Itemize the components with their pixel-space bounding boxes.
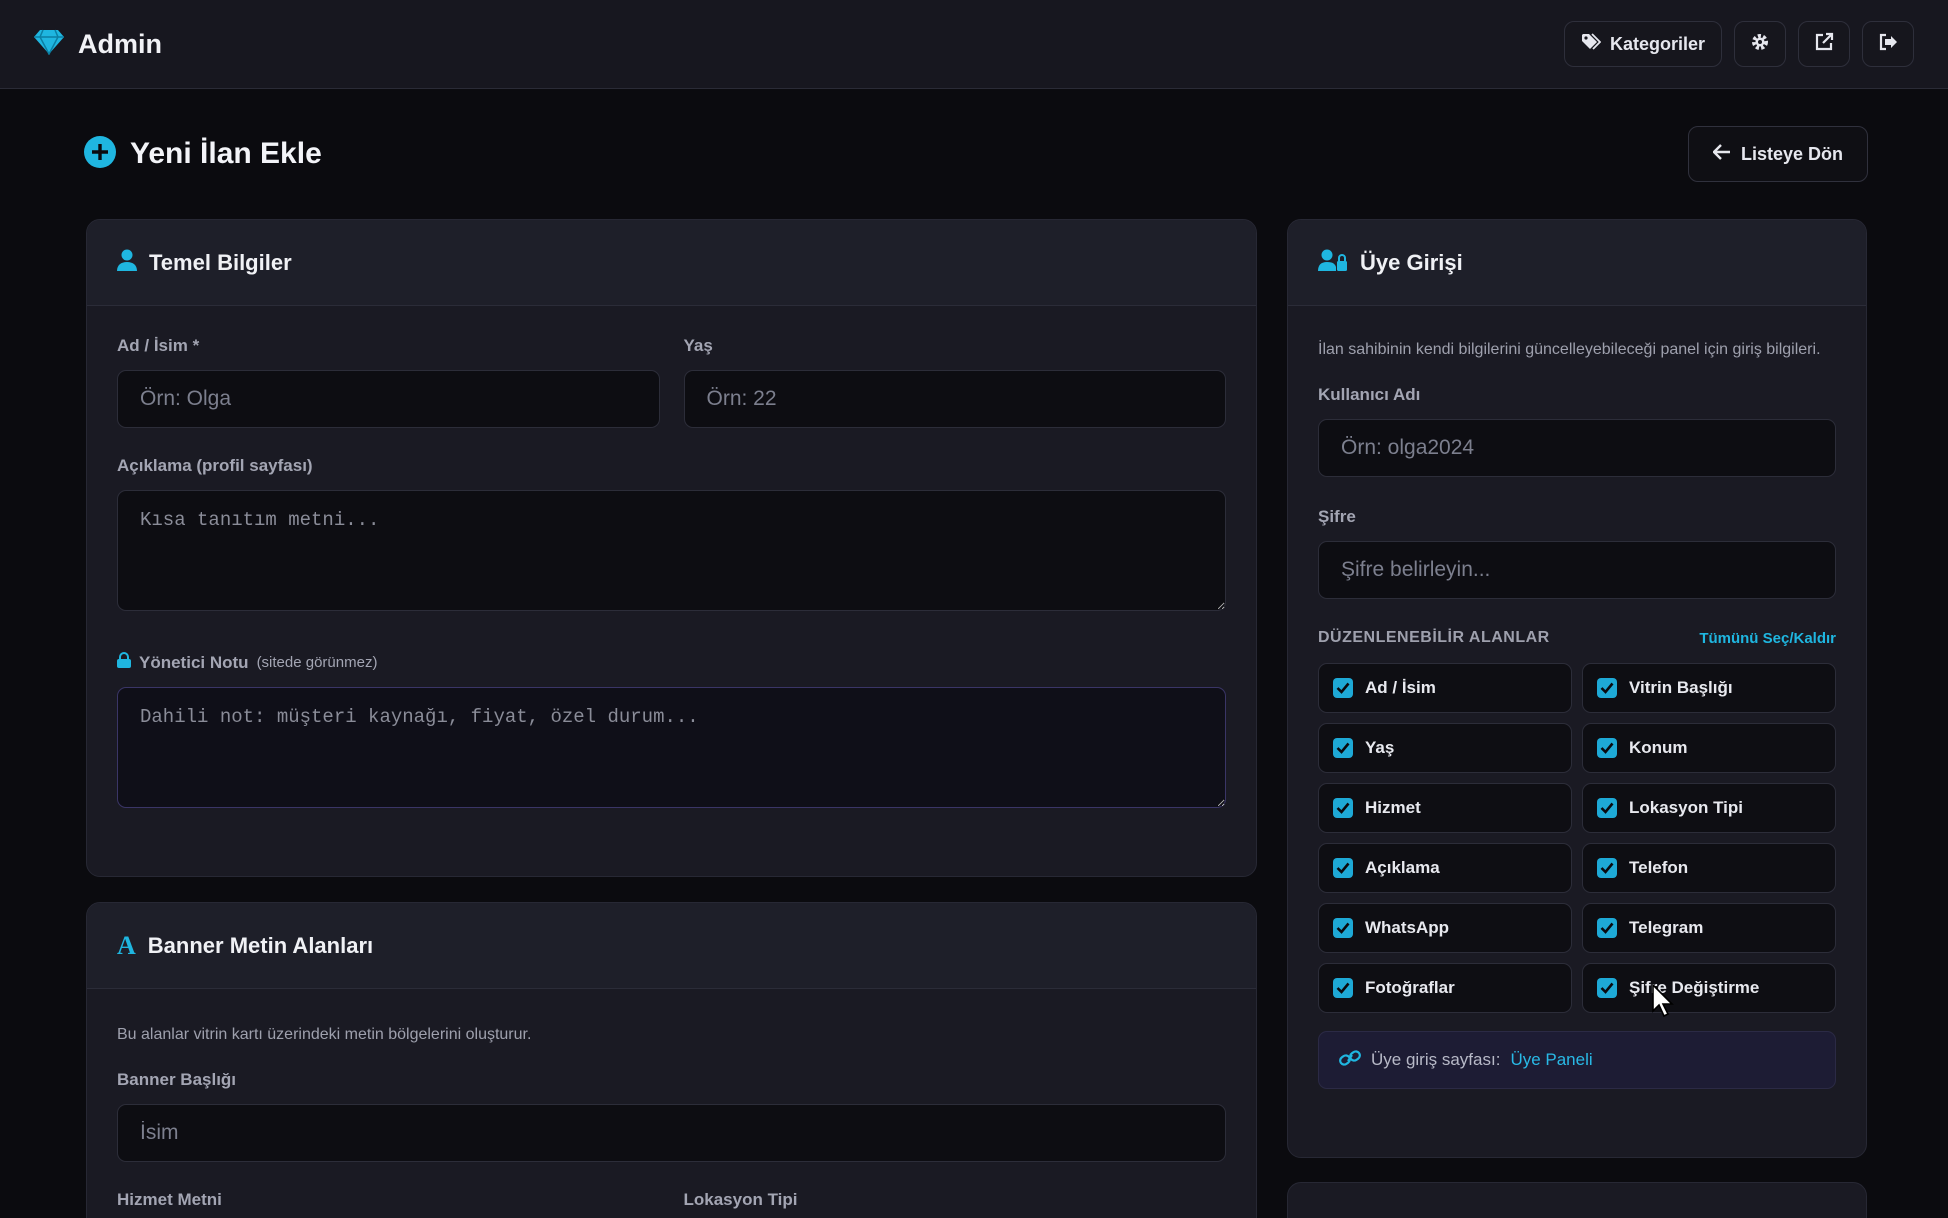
field-checkbox-name[interactable]: Ad / İsim	[1318, 663, 1572, 713]
checkbox-checked-icon[interactable]	[1333, 918, 1353, 938]
username-input[interactable]	[1318, 419, 1836, 477]
link-icon	[1339, 1049, 1361, 1071]
checkbox-checked-icon[interactable]	[1333, 738, 1353, 758]
checkbox-checked-icon[interactable]	[1333, 798, 1353, 818]
editable-fields-grid: Ad / İsim Vitrin Başlığı Yaş Konum Hizme…	[1318, 663, 1836, 1013]
user-icon	[117, 249, 137, 276]
location-type-label: Lokasyon Tipi	[683, 1190, 798, 1209]
description-label: Açıklama (profil sayfası)	[117, 456, 313, 475]
name-label: Ad / İsim *	[117, 336, 200, 355]
basic-info-card: Temel Bilgiler Ad / İsim * Yaş Açıklama …	[86, 219, 1257, 877]
lock-icon	[117, 652, 131, 673]
banner-title-label: Banner Başlığı	[117, 1070, 237, 1089]
settings-button[interactable]	[1734, 21, 1786, 67]
brand-name: Admin	[78, 28, 162, 59]
next-card	[1287, 1182, 1867, 1218]
field-checkbox-label: Açıklama	[1365, 858, 1440, 877]
top-bar: Admin Kategoriler	[0, 0, 1948, 89]
member-description: İlan sahibinin kendi bilgilerini güncell…	[1318, 341, 1821, 358]
back-to-list-button[interactable]: Listeye Dön	[1687, 126, 1868, 182]
card-title: Temel Bilgiler	[149, 249, 292, 275]
field-checkbox-description[interactable]: Açıklama	[1318, 843, 1572, 893]
gem-icon	[34, 29, 64, 60]
age-input[interactable]	[683, 370, 1226, 428]
plus-circle-icon	[84, 135, 116, 173]
user-lock-icon	[1318, 249, 1348, 276]
checkbox-checked-icon[interactable]	[1597, 678, 1617, 698]
member-panel-link[interactable]: Üye Paneli	[1510, 1050, 1592, 1070]
checkbox-checked-icon[interactable]	[1333, 978, 1353, 998]
field-checkbox-password-change[interactable]: Şifre Değiştirme	[1582, 963, 1836, 1013]
field-checkbox-label: Lokasyon Tipi	[1629, 798, 1743, 817]
password-input[interactable]	[1318, 541, 1836, 599]
password-label: Şifre	[1318, 507, 1356, 526]
admin-note-label: Yönetici Notu (sitede görünmez)	[117, 652, 1226, 673]
field-checkbox-label: Telegram	[1629, 918, 1704, 937]
checkbox-checked-icon[interactable]	[1333, 858, 1353, 878]
banner-card: A Banner Metin Alanları Bu alanlar vitri…	[86, 902, 1257, 1218]
username-label: Kullanıcı Adı	[1318, 385, 1421, 404]
checkbox-checked-icon[interactable]	[1333, 678, 1353, 698]
field-checkbox-label: Vitrin Başlığı	[1629, 678, 1733, 697]
field-checkbox-photos[interactable]: Fotoğraflar	[1318, 963, 1572, 1013]
service-text-label: Hizmet Metni	[117, 1190, 222, 1209]
checkbox-checked-icon[interactable]	[1597, 918, 1617, 938]
field-checkbox-label: Şifre Değiştirme	[1629, 978, 1760, 997]
field-checkbox-telegram[interactable]: Telegram	[1582, 903, 1836, 953]
back-label: Listeye Dön	[1740, 143, 1843, 164]
page-title: Yeni İlan Ekle	[130, 137, 322, 170]
checkbox-checked-icon[interactable]	[1597, 858, 1617, 878]
field-checkbox-location-type[interactable]: Lokasyon Tipi	[1582, 783, 1836, 833]
tags-icon	[1581, 32, 1602, 56]
page-header: Yeni İlan Ekle Listeye Dön	[84, 126, 1868, 182]
name-input[interactable]	[117, 370, 660, 428]
card-title: Üye Girişi	[1360, 249, 1463, 275]
editable-fields-title: DÜZENLENEBİLİR ALANLAR	[1318, 629, 1550, 646]
field-checkbox-whatsapp[interactable]: WhatsApp	[1318, 903, 1572, 953]
mouse-cursor	[1652, 983, 1674, 1023]
field-checkbox-label: Hizmet	[1365, 798, 1421, 817]
admin-note-title: Yönetici Notu	[139, 652, 249, 672]
banner-title-input[interactable]	[117, 1104, 1226, 1162]
field-checkbox-label: Fotoğraflar	[1365, 978, 1455, 997]
field-checkbox-service[interactable]: Hizmet	[1318, 783, 1572, 833]
sign-out-icon	[1878, 32, 1898, 57]
field-checkbox-label: Ad / İsim	[1365, 678, 1436, 697]
field-checkbox-phone[interactable]: Telefon	[1582, 843, 1836, 893]
categories-label: Kategoriler	[1609, 33, 1705, 54]
checkbox-checked-icon[interactable]	[1597, 798, 1617, 818]
checkbox-checked-icon[interactable]	[1597, 738, 1617, 758]
checkbox-checked-icon[interactable]	[1597, 978, 1617, 998]
age-label: Yaş	[683, 336, 713, 355]
gear-icon	[1750, 32, 1770, 57]
field-checkbox-label: WhatsApp	[1365, 918, 1450, 937]
brand[interactable]: Admin	[34, 29, 162, 60]
card-title: Banner Metin Alanları	[147, 932, 374, 958]
categories-button[interactable]: Kategoriler	[1563, 21, 1722, 67]
admin-note-hint: (sitede görünmez)	[256, 654, 378, 671]
banner-description: Bu alanlar vitrin kartı üzerindeki metin…	[117, 1026, 532, 1043]
arrow-left-icon	[1712, 143, 1731, 165]
field-checkbox-location[interactable]: Konum	[1582, 723, 1836, 773]
field-checkbox-age[interactable]: Yaş	[1318, 723, 1572, 773]
field-checkbox-label: Telefon	[1629, 858, 1689, 877]
field-checkbox-showcase-title[interactable]: Vitrin Başlığı	[1582, 663, 1836, 713]
member-login-page-info: Üye giriş sayfası: Üye Paneli	[1318, 1031, 1836, 1089]
field-checkbox-label: Konum	[1629, 738, 1688, 757]
logout-button[interactable]	[1862, 21, 1914, 67]
external-link-icon	[1814, 32, 1834, 57]
font-icon: A	[117, 930, 136, 960]
field-checkbox-label: Yaş	[1365, 738, 1395, 757]
login-page-label: Üye giriş sayfası:	[1371, 1050, 1501, 1069]
member-login-card: Üye Girişi İlan sahibinin kendi bilgiler…	[1287, 219, 1867, 1158]
description-textarea[interactable]	[117, 490, 1226, 611]
admin-note-textarea[interactable]	[117, 687, 1226, 808]
toggle-all-link[interactable]: Tümünü Seç/Kaldır	[1699, 630, 1836, 647]
open-site-button[interactable]	[1798, 21, 1850, 67]
